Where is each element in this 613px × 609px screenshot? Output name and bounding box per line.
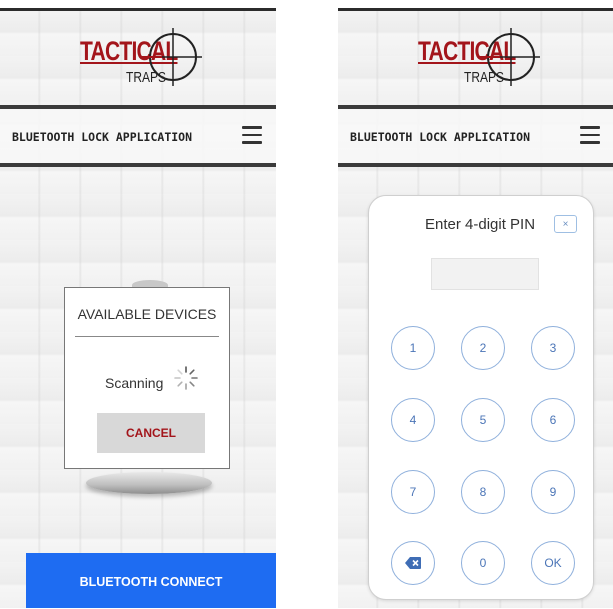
crosshair-icon	[480, 28, 540, 86]
available-devices-dialog: AVAILABLE DEVICES Scanning CANCEL	[64, 287, 230, 469]
pin-input[interactable]	[431, 258, 539, 290]
hamburger-menu-icon[interactable]	[242, 126, 262, 144]
keypad-key-3[interactable]: 3	[531, 326, 575, 370]
keypad-key-9[interactable]: 9	[531, 470, 575, 514]
screen-device-scan: TACTICAL TRAPS BLUETOOTH LOCK APPLICATIO…	[0, 8, 276, 608]
tactical-traps-logo: TACTICAL TRAPS	[58, 20, 228, 102]
app-header: BLUETOOTH LOCK APPLICATION	[338, 105, 613, 167]
screen-pin-entry: TACTICAL TRAPS BLUETOOTH LOCK APPLICATIO…	[338, 8, 613, 608]
keypad-key-5[interactable]: 5	[461, 398, 505, 442]
top-divider	[0, 8, 276, 11]
app-header: BLUETOOTH LOCK APPLICATION	[0, 105, 276, 167]
keypad-key-6[interactable]: 6	[531, 398, 575, 442]
lock-device-graphic	[86, 472, 212, 494]
dialog-title: AVAILABLE DEVICES	[77, 306, 217, 322]
keypad-ok-button[interactable]: OK	[531, 541, 575, 585]
keypad-key-0[interactable]: 0	[461, 541, 505, 585]
keypad-key-2[interactable]: 2	[461, 326, 505, 370]
backspace-icon	[405, 557, 421, 569]
scanning-status: Scanning	[105, 375, 164, 391]
keypad-key-8[interactable]: 8	[461, 470, 505, 514]
app-title: BLUETOOTH LOCK APPLICATION	[12, 130, 193, 144]
keypad-key-7[interactable]: 7	[391, 470, 435, 514]
pin-entry-dialog: Enter 4-digit PIN × 1 2 3 4 5 6 7 8 9 0 …	[368, 195, 594, 600]
top-divider	[338, 8, 613, 11]
close-icon[interactable]: ×	[554, 215, 577, 233]
dialog-divider	[75, 336, 219, 337]
keypad-key-1[interactable]: 1	[391, 326, 435, 370]
loading-spinner-icon	[174, 366, 198, 390]
keypad-key-4[interactable]: 4	[391, 398, 435, 442]
hamburger-menu-icon[interactable]	[580, 126, 600, 144]
app-title: BLUETOOTH LOCK APPLICATION	[350, 130, 531, 144]
pin-dialog-title: Enter 4-digit PIN	[425, 216, 536, 233]
crosshair-icon	[142, 28, 202, 86]
cancel-button[interactable]: CANCEL	[97, 413, 205, 453]
keypad-backspace-button[interactable]	[391, 541, 435, 585]
tactical-traps-logo: TACTICAL TRAPS	[396, 20, 566, 102]
bluetooth-connect-button[interactable]: BLUETOOTH CONNECT	[26, 553, 276, 608]
